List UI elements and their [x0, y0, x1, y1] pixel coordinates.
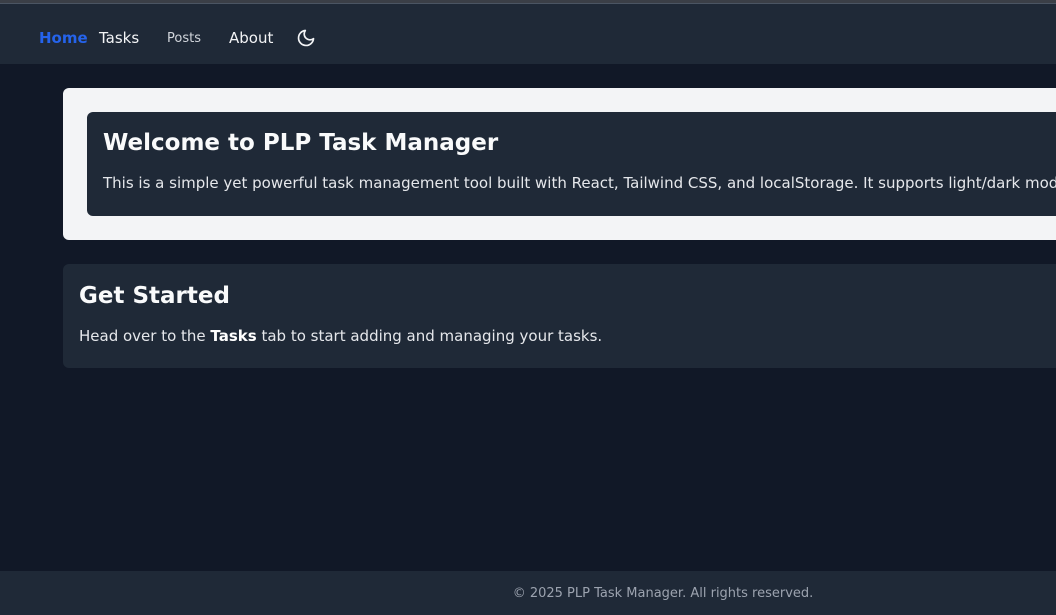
welcome-card: Welcome to PLP Task Manager This is a si…: [87, 112, 1056, 216]
nav-posts-link[interactable]: Posts: [167, 31, 201, 46]
nav-about-link[interactable]: About: [229, 29, 273, 47]
footer: © 2025 PLP Task Manager. All rights rese…: [0, 571, 1056, 615]
get-started-card: Get Started Head over to the Tasks tab t…: [63, 264, 1056, 368]
main-content: Welcome to PLP Task Manager This is a si…: [0, 64, 1056, 570]
nav-home-link[interactable]: Home: [39, 29, 88, 47]
welcome-title: Welcome to PLP Task Manager: [103, 130, 499, 156]
get-started-text-after: tab to start adding and managing your ta…: [256, 327, 603, 345]
navbar: Home Tasks Posts About: [0, 4, 1056, 64]
welcome-card-outer: Welcome to PLP Task Manager This is a si…: [63, 88, 1056, 240]
get-started-text: Head over to the Tasks tab to start addi…: [79, 327, 1047, 345]
get-started-text-before: Head over to the: [79, 327, 211, 345]
moon-icon[interactable]: [296, 28, 316, 48]
get-started-title: Get Started: [79, 283, 230, 309]
get-started-tasks-bold: Tasks: [210, 327, 257, 345]
nav-tasks-link[interactable]: Tasks: [99, 29, 139, 47]
welcome-description: This is a simple yet powerful task manag…: [103, 174, 1056, 192]
footer-copyright: © 2025 PLP Task Manager. All rights rese…: [512, 585, 814, 601]
